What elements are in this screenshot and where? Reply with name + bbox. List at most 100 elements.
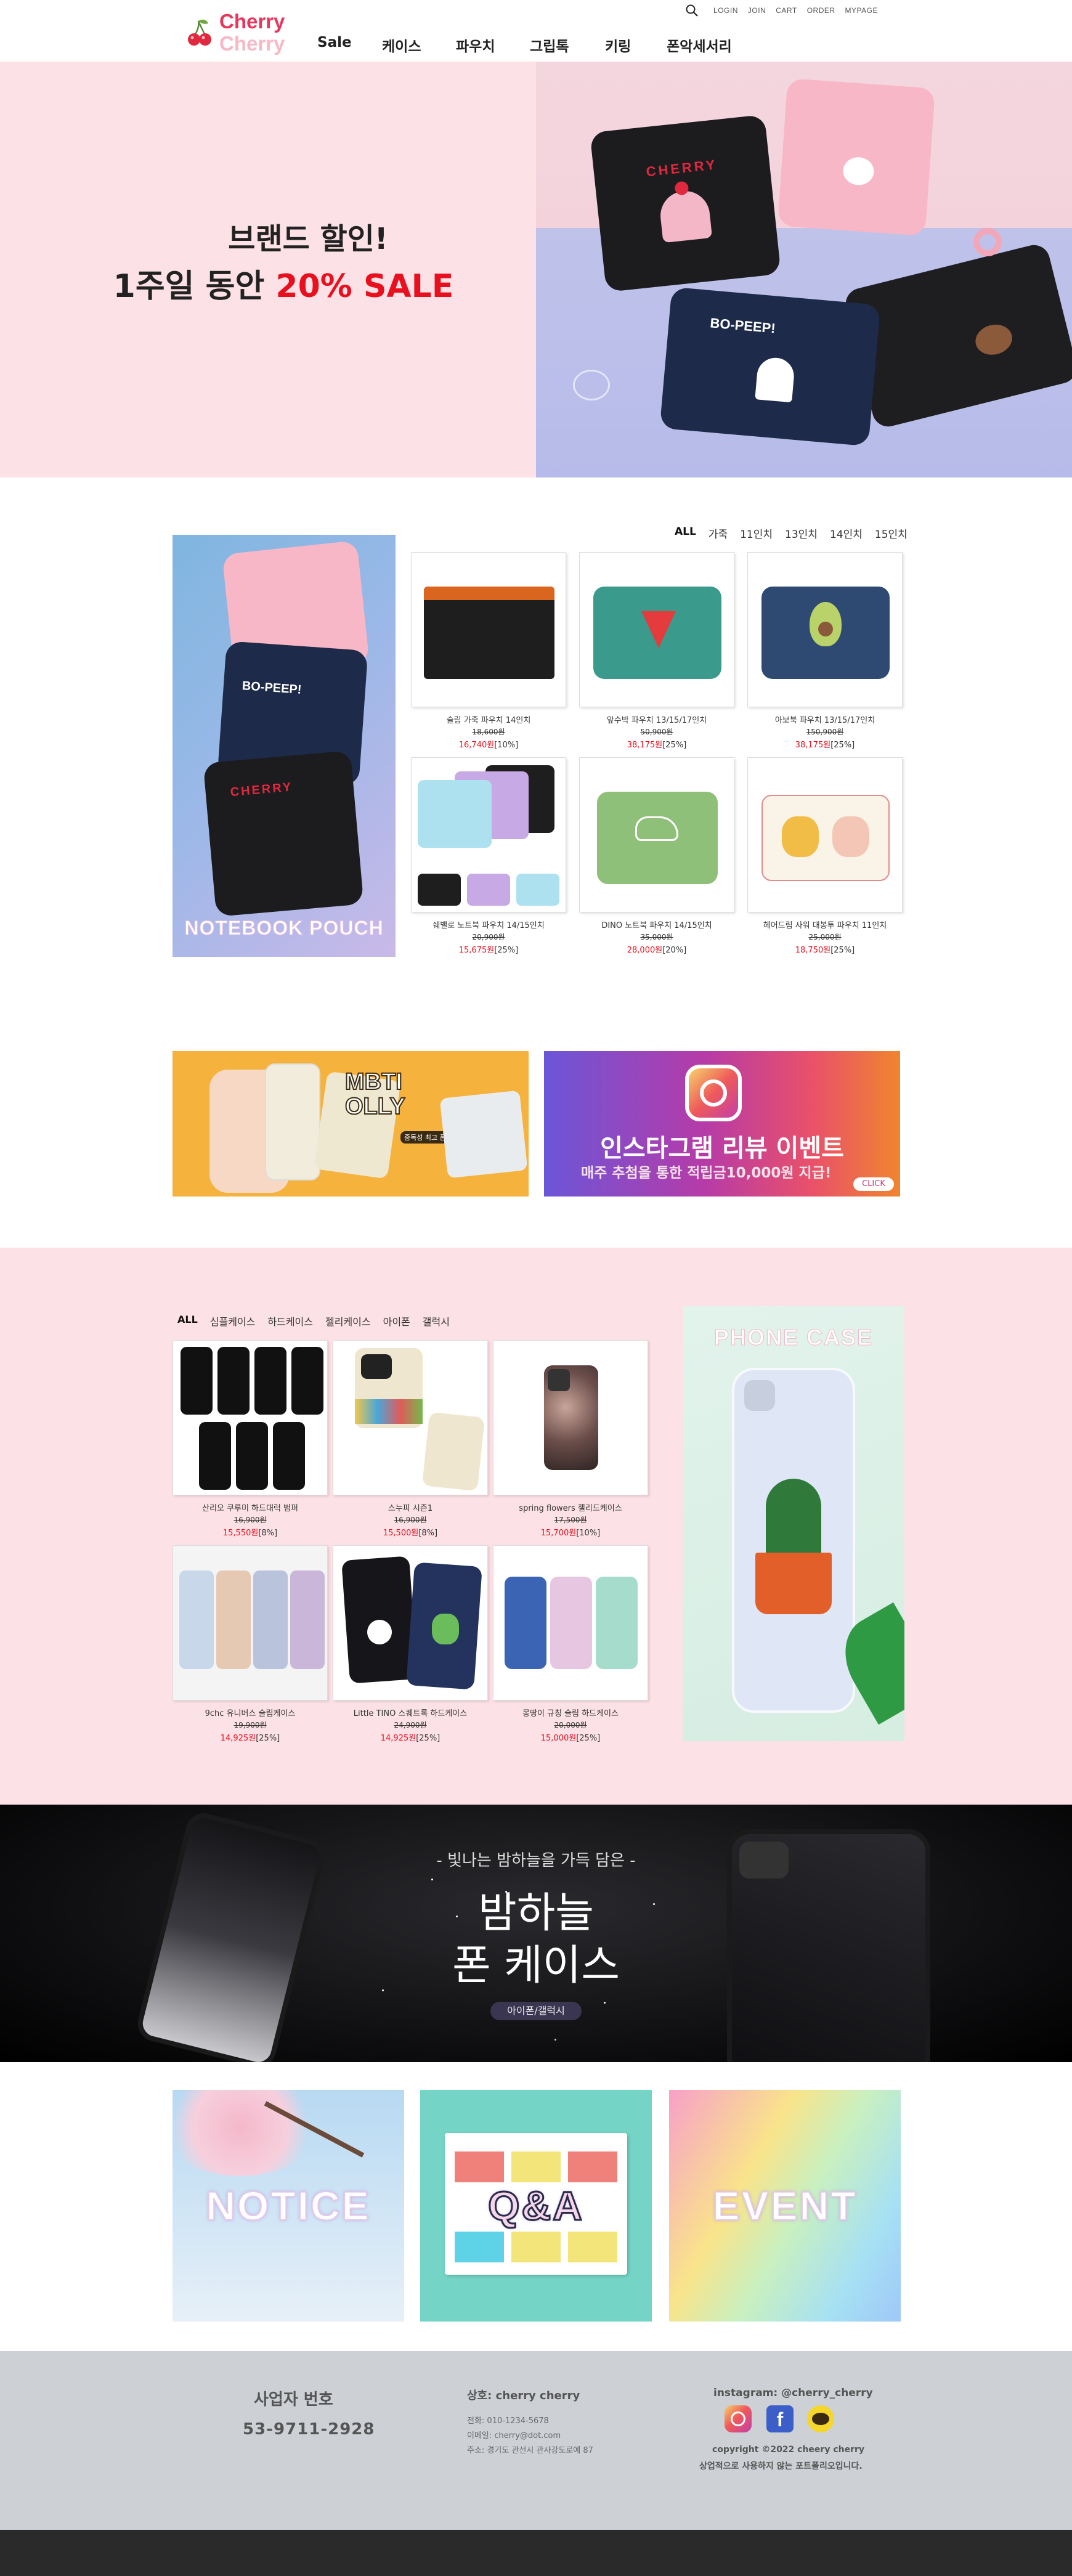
product-card[interactable]: 슬림 가죽 파우치 14인치 18,600원 16,740원[10%] — [411, 552, 566, 750]
product-card[interactable]: 앞수박 파우치 13/15/17인치 50,900원 38,175원[25%] — [579, 552, 734, 750]
tab-leather[interactable]: 가죽 — [709, 526, 728, 541]
product-card[interactable]: 스누피 시즌1 16,900원 15,500원[8%] — [333, 1340, 488, 1538]
tab-13inch[interactable]: 13인치 — [785, 526, 818, 541]
talk-bubble-icon — [812, 2413, 829, 2425]
pink-case-graphic — [550, 1577, 592, 1669]
product-card[interactable]: 몽땅이 규칭 슬림 하드케이스 20,000원 15,000원[25%] — [493, 1545, 648, 1743]
insta-event-title: 인스타그램 리뷰 이벤트 — [600, 1134, 844, 1163]
instagram-handle[interactable]: instagram: @cherry_cherry — [713, 2387, 873, 2399]
cart-link[interactable]: CART — [776, 6, 797, 15]
login-link[interactable]: LOGIN — [713, 6, 738, 15]
phone-case-graphic — [265, 1063, 320, 1180]
product-name[interactable]: 쉐밸로 노트북 파우치 14/15인치 — [411, 919, 566, 930]
nav-item-keyring[interactable]: 키링 — [605, 35, 631, 55]
product-thumbnail[interactable] — [333, 1340, 488, 1495]
product-name[interactable]: 아보북 파우치 13/15/17인치 — [747, 713, 903, 725]
order-link[interactable]: ORDER — [807, 6, 835, 15]
product-card[interactable]: DINO 노트북 파우치 14/15인치 35,000원 28,000원[20%… — [579, 757, 734, 955]
pouch-label: BO-PEEP! — [709, 315, 776, 336]
product-thumbnail[interactable] — [411, 552, 566, 707]
night-sky-case-banner[interactable]: - 빛나는 밤하늘을 가득 담은 - 밤하늘 폰 케이스 아이폰/갤럭시 — [0, 1805, 1072, 2062]
tab-jelly-case[interactable]: 젤리케이스 — [325, 1314, 371, 1328]
product-card[interactable]: spring flowers 젤리드케이스 17,500원 15,700원[10… — [493, 1340, 648, 1538]
facebook-icon[interactable]: f — [766, 2405, 794, 2432]
click-button[interactable]: CLICK — [853, 1177, 894, 1191]
tab-15inch[interactable]: 15인치 — [875, 526, 908, 541]
product-original-price: 35,000원 — [640, 933, 673, 941]
product-thumbnail[interactable] — [493, 1545, 648, 1700]
sale-price-value: 15,500원 — [383, 1529, 419, 1538]
product-thumbnail[interactable] — [579, 552, 734, 707]
instagram-icon[interactable] — [725, 2405, 752, 2432]
sale-price-value: 16,740원 — [458, 741, 495, 750]
product-card[interactable]: 헤어드림 사워 대봉투 파우치 11인치 25,000원 18,750원[25%… — [747, 757, 903, 955]
kakaotalk-icon[interactable] — [807, 2405, 834, 2432]
product-card[interactable]: 산리오 쿠루미 하드대럭 범퍼 16,900원 15,550원[8%] — [173, 1340, 328, 1538]
product-card[interactable]: Little TINO 스퀘트록 하드케이스 24,900원 14,925원[2… — [333, 1545, 488, 1743]
company-phone: 전화: 010-1234-5678 — [467, 2416, 549, 2426]
instagram-review-banner[interactable]: 인스타그램 리뷰 이벤트 매주 추첨을 통한 적립금10,000원 지급! CL… — [544, 1051, 900, 1197]
tab-simple-case[interactable]: 심플케이스 — [210, 1314, 256, 1328]
product-thumbnail[interactable] — [411, 757, 566, 912]
tab-hard-case[interactable]: 하드케이스 — [267, 1314, 313, 1328]
tab-iphone[interactable]: 아이폰 — [383, 1314, 410, 1328]
product-name[interactable]: 스누피 시즌1 — [333, 1501, 488, 1513]
notice-box[interactable]: NOTICE — [173, 2090, 404, 2322]
tab-galaxy[interactable]: 갤럭시 — [423, 1314, 450, 1328]
product-thumbnail[interactable] — [579, 757, 734, 912]
search-icon[interactable] — [685, 4, 699, 17]
product-thumbnail[interactable] — [173, 1340, 328, 1495]
product-name[interactable]: 9chc 유니버스 슬림케이스 — [173, 1707, 328, 1718]
notebook-pouch-feature[interactable]: BO-PEEP! CHERRY NOTEBOOK POUCH — [173, 535, 396, 957]
event-box[interactable]: EVENT — [669, 2090, 901, 2322]
navy-bopeep-pouch: BO-PEEP! — [659, 286, 881, 447]
footer-bottom-bar — [0, 2530, 1072, 2576]
product-name[interactable]: 산리오 쿠루미 하드대럭 범퍼 — [173, 1501, 328, 1513]
join-link[interactable]: JOIN — [748, 6, 766, 15]
product-name[interactable]: DINO 노트북 파우치 14/15인치 — [579, 919, 734, 930]
notice-label: NOTICE — [205, 2182, 371, 2229]
company-name: 상호: cherry cherry — [467, 2389, 580, 2402]
product-name[interactable]: 앞수박 파우치 13/15/17인치 — [579, 713, 734, 725]
product-name[interactable]: 헤어드림 사워 대봉투 파우치 11인치 — [747, 919, 903, 930]
tab-all[interactable]: ALL — [177, 1314, 198, 1328]
product-original-price: 16,900원 — [394, 1516, 427, 1524]
tab-all[interactable]: ALL — [675, 526, 696, 541]
leather-pouch-graphic — [424, 587, 554, 679]
product-name[interactable]: 몽땅이 규칭 슬림 하드케이스 — [493, 1707, 648, 1718]
universe-case-graphic — [290, 1570, 325, 1669]
mypage-link[interactable]: MYPAGE — [845, 6, 878, 15]
black-cherry-pouch: CHERRY — [590, 114, 781, 293]
black-case-graphic — [217, 1347, 250, 1415]
nav-item-sale[interactable]: Sale — [317, 35, 352, 51]
hero-banner[interactable]: 브랜드 할인! 1주일 동안 20% SALE CHERRY BO-PEEP! — [0, 62, 1072, 477]
tape-decoration — [973, 228, 1002, 256]
nav-item-accessories[interactable]: 폰악세서리 — [667, 35, 732, 55]
product-card[interactable]: 아보북 파우치 13/15/17인치 150,900원 38,175원[25%] — [747, 552, 903, 750]
night-banner-tag[interactable]: 아이폰/갤럭시 — [490, 2002, 582, 2020]
qna-box[interactable]: Q&A — [420, 2090, 652, 2322]
product-thumbnail[interactable] — [333, 1545, 488, 1700]
product-name[interactable]: spring flowers 젤리드케이스 — [493, 1501, 648, 1513]
product-card[interactable]: 쉐밸로 노트북 파우치 14/15인치 20,900원 15,675원[25%] — [411, 757, 566, 955]
tab-14inch[interactable]: 14인치 — [830, 526, 863, 541]
feature-pouch-text: BO-PEEP! — [242, 679, 303, 697]
biz-number-value: 53-9711-2928 — [243, 2420, 375, 2439]
nav-item-griptok[interactable]: 그립톡 — [530, 35, 569, 55]
mbti-olly-banner[interactable]: MBTI OLLY 중독성 최고 폰케이스 — [173, 1051, 529, 1197]
nav-item-case[interactable]: 케이스 — [382, 35, 421, 55]
product-thumbnail[interactable] — [747, 552, 903, 707]
nav-item-pouch[interactable]: 파우치 — [456, 35, 495, 55]
product-thumbnail[interactable] — [173, 1545, 328, 1700]
brand-logo[interactable]: Cherry Cherry — [185, 9, 296, 55]
camera-graphic — [361, 1354, 392, 1379]
phone-case-feature[interactable]: PHONE CASE — [683, 1306, 904, 1741]
product-name[interactable]: Little TINO 스퀘트록 하드케이스 — [333, 1707, 488, 1718]
product-thumbnail[interactable] — [493, 1340, 648, 1495]
discount-rate: [25%] — [416, 1734, 441, 1743]
product-card[interactable]: 9chc 유니버스 슬림케이스 19,900원 14,925원[25%] — [173, 1545, 328, 1743]
product-name[interactable]: 슬림 가죽 파우치 14인치 — [411, 713, 566, 725]
product-thumbnail[interactable] — [747, 757, 903, 912]
tab-11inch[interactable]: 11인치 — [740, 526, 773, 541]
camera-lens-icon — [700, 1079, 727, 1107]
